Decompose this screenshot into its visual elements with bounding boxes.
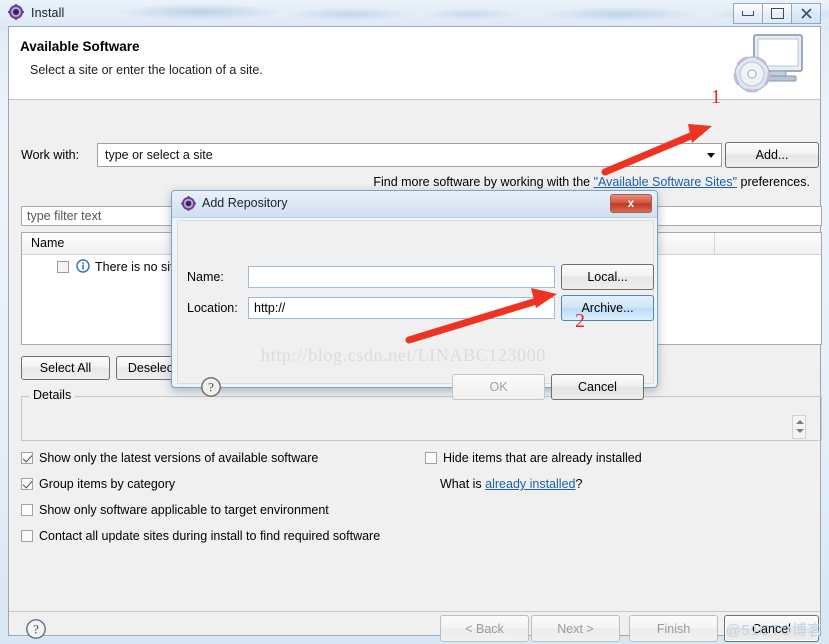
page-title: Available Software (20, 39, 140, 54)
archive-button[interactable]: Archive... (561, 295, 654, 321)
help-icon[interactable]: ? (200, 376, 222, 401)
table-row-label: There is no site (95, 260, 181, 274)
svg-text:?: ? (33, 622, 39, 637)
whatis-prefix: What is (440, 477, 486, 491)
checkbox-group-by-category[interactable]: Group items by category (21, 477, 175, 491)
install-monitor-cd-icon (728, 32, 808, 94)
info-icon (76, 258, 90, 276)
column-divider[interactable] (714, 233, 715, 254)
eclipse-gear-icon (181, 196, 196, 214)
window-controls (733, 3, 821, 24)
window-title: Install (31, 6, 65, 20)
select-all-button[interactable]: Select All (21, 356, 110, 380)
checkbox-show-latest-versions[interactable]: Show only the latest versions of availab… (21, 451, 318, 465)
already-installed-link[interactable]: already installed (485, 477, 575, 491)
ok-button[interactable]: OK (452, 374, 545, 400)
install-wizard-window: Install Available Software Select a site… (0, 0, 829, 644)
eclipse-gear-icon (8, 3, 24, 23)
checkbox-label: Show only software applicable to target … (39, 503, 329, 517)
local-button[interactable]: Local... (561, 264, 654, 290)
scroll-up-icon[interactable] (796, 420, 804, 424)
checkbox-box[interactable] (21, 452, 33, 464)
dialog-cancel-button[interactable]: Cancel (551, 374, 644, 400)
bottom-watermark: @51CTO博客 (725, 622, 823, 639)
work-with-label: Work with: (21, 148, 80, 162)
find-more-prefix: Find more software by working with the (373, 175, 594, 189)
minimize-icon[interactable] (733, 3, 763, 24)
wizard-header: Available Software Select a site or ente… (9, 27, 820, 100)
scroll-down-icon[interactable] (796, 429, 804, 433)
dialog-title: Add Repository (202, 196, 288, 210)
checkbox-label: Show only the latest versions of availab… (39, 451, 319, 465)
filter-placeholder: type filter text (27, 209, 102, 223)
checkbox-box[interactable] (21, 478, 33, 490)
dialog-body: Name: Local... Location: http:// Archive… (177, 220, 654, 400)
column-header-name: Name (31, 236, 65, 250)
svg-text:?: ? (208, 380, 214, 395)
find-more-software-text: Find more software by working with the "… (373, 175, 810, 189)
work-with-value: type or select a site (105, 148, 213, 162)
location-input[interactable]: http:// (248, 297, 555, 319)
name-input[interactable] (248, 266, 555, 288)
finish-button[interactable]: Finish (629, 615, 718, 642)
watermark-text: http://blog.csdn.net/LINABC123000 (261, 345, 546, 365)
page-subtitle: Select a site or enter the location of a… (30, 63, 263, 77)
name-label: Name: (187, 270, 224, 284)
find-more-suffix: preferences. (737, 175, 811, 189)
maximize-icon[interactable] (762, 3, 792, 24)
add-repository-dialog: Add Repository x Name: Local... Location… (171, 190, 658, 400)
chevron-down-icon[interactable] (707, 153, 715, 158)
window-titlebar: Install (0, 0, 829, 26)
details-panel (21, 396, 822, 441)
details-scrollbar[interactable] (792, 415, 806, 439)
checkbox-box[interactable] (21, 504, 33, 516)
checkbox-contact-all-update-sites[interactable]: Contact all update sites during install … (21, 529, 380, 543)
add-button[interactable]: Add... (725, 142, 819, 168)
checkbox-label: Contact all update sites during install … (39, 529, 381, 543)
checkbox-box[interactable] (425, 452, 437, 464)
work-with-combo[interactable]: type or select a site (97, 143, 722, 167)
help-icon[interactable]: ? (25, 618, 47, 643)
dialog-titlebar: Add Repository x (172, 191, 657, 218)
details-legend: Details (29, 388, 76, 402)
checkbox-label: Group items by category (39, 477, 176, 491)
location-label: Location: (187, 301, 238, 315)
close-icon[interactable] (791, 3, 821, 24)
table-row[interactable]: There is no site (22, 257, 180, 277)
checkbox-label: Hide items that are already installed (443, 451, 642, 465)
dialog-close-icon[interactable]: x (610, 194, 652, 213)
location-value: http:// (254, 301, 286, 315)
back-button[interactable]: < Back (440, 615, 529, 642)
checkbox-hide-installed-items[interactable]: Hide items that are already installed (425, 451, 642, 465)
what-is-already-installed-text: What is already installed? (440, 477, 582, 491)
available-software-sites-link[interactable]: "Available Software Sites" (594, 175, 737, 189)
checkbox-target-environment[interactable]: Show only software applicable to target … (21, 503, 329, 517)
row-checkbox[interactable] (57, 261, 69, 273)
checkbox-box[interactable] (21, 530, 33, 542)
next-button[interactable]: Next > (531, 615, 620, 642)
footer-divider (9, 611, 820, 612)
whatis-suffix: ? (575, 477, 583, 491)
